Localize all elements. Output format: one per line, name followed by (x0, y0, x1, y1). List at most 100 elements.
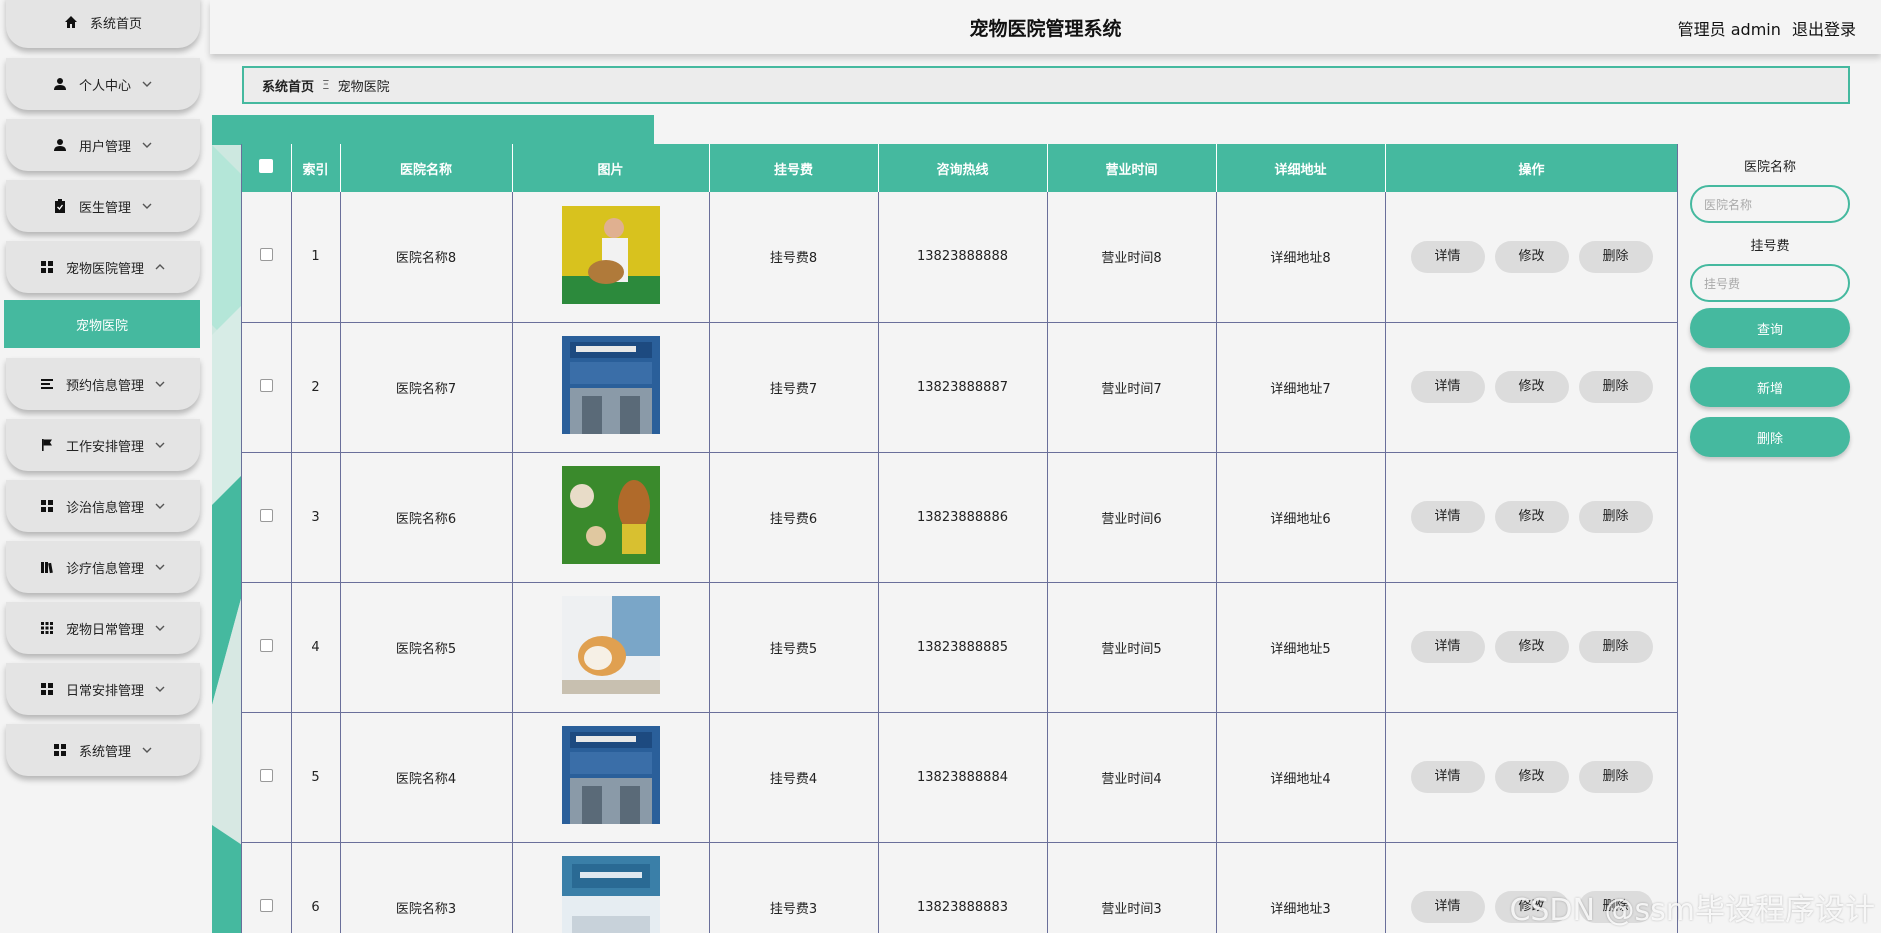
chevron-down-icon (154, 439, 166, 451)
actions-cell: 详情 修改 删除 (1385, 452, 1677, 583)
sidebar-item-work-schedule[interactable]: 工作安排管理 (6, 419, 200, 471)
edit-button[interactable]: 修改 (1494, 761, 1569, 793)
edit-button[interactable]: 修改 (1494, 371, 1569, 403)
hospital-name-cell: 医院名称5 (340, 582, 513, 713)
index-cell: 5 (291, 712, 341, 843)
row-select-cell (242, 192, 292, 323)
sidebar-item-label: 个人中心 (78, 78, 131, 94)
address-cell: 详细地址3 (1216, 842, 1386, 933)
submenu-item-pet-hospital[interactable]: 宠物医院 (4, 300, 200, 348)
sidebar-item-label: 预约信息管理 (65, 378, 144, 394)
sidebar-item-personal-center[interactable]: 个人中心 (6, 58, 200, 110)
sidebar-item-pet-daily[interactable]: 宠物日常管理 (6, 602, 200, 654)
row-select-cell (242, 712, 292, 843)
image-cell (512, 712, 710, 843)
edit-button[interactable]: 修改 (1494, 501, 1569, 533)
add-button[interactable]: 新增 (1690, 367, 1850, 407)
logout-link[interactable]: 退出登录 (1792, 20, 1856, 39)
delete-button[interactable]: 删除 (1578, 761, 1653, 793)
sidebar-item-label: 宠物日常管理 (65, 622, 144, 638)
delete-button[interactable]: 删除 (1578, 501, 1653, 533)
query-button[interactable]: 查询 (1690, 308, 1850, 348)
chevron-down-icon (141, 200, 153, 212)
fee-cell: 挂号费5 (709, 582, 879, 713)
detail-button[interactable]: 详情 (1410, 371, 1485, 403)
sidebar-item-daily-schedule[interactable]: 日常安排管理 (6, 663, 200, 715)
chevron-up-icon (154, 261, 166, 273)
hours-cell: 营业时间5 (1047, 582, 1217, 713)
sidebar-item-pet-hospital[interactable]: 宠物医院管理 (6, 241, 200, 293)
index-cell: 4 (291, 582, 341, 713)
sidebar-item-label: 医生管理 (78, 200, 131, 216)
hours-cell: 营业时间4 (1047, 712, 1217, 843)
sidebar: 系统首页 个人中心 用户管理 医生管理 宠物医院管理 宠物医院 预约信息管理 工… (0, 0, 210, 933)
row-checkbox[interactable] (259, 768, 273, 782)
grid-icon (53, 743, 67, 757)
row-checkbox[interactable] (259, 248, 273, 262)
index-cell: 2 (291, 322, 341, 453)
hours-cell: 营业时间6 (1047, 452, 1217, 583)
fee-cell: 挂号费8 (709, 192, 879, 323)
hospital-name-label: 医院名称 (1743, 160, 1796, 175)
sidebar-item-treatment-info[interactable]: 诊治信息管理 (6, 480, 200, 532)
row-checkbox[interactable] (259, 638, 273, 652)
phone-cell: 13823888888 (878, 192, 1048, 323)
user-label: 管理员 admin (1677, 20, 1781, 39)
row-select-cell (242, 842, 292, 933)
row-checkbox[interactable] (259, 378, 273, 392)
sidebar-item-diagnosis-info[interactable]: 诊疗信息管理 (6, 541, 200, 593)
detail-button[interactable]: 详情 (1410, 891, 1485, 923)
detail-button[interactable]: 详情 (1410, 501, 1485, 533)
sidebar-item-system[interactable]: 系统管理 (6, 724, 200, 776)
sidebar-item-users[interactable]: 用户管理 (6, 119, 200, 171)
chevron-down-icon (141, 744, 153, 756)
row-select-cell (242, 452, 292, 583)
address-cell: 详细地址5 (1216, 582, 1386, 713)
delete-button[interactable]: 删除 (1578, 371, 1653, 403)
sidebar-item-label: 宠物医院管理 (65, 261, 144, 277)
sidebar-item-label: 用户管理 (78, 139, 131, 155)
fee-input[interactable]: 挂号费 (1690, 264, 1850, 302)
home-icon (64, 15, 78, 29)
delete-button[interactable]: 删除 (1578, 240, 1653, 273)
column-header: 详细地址 (1216, 144, 1386, 192)
breadcrumb-home[interactable]: 系统首页 (262, 76, 314, 95)
chevron-down-icon (154, 561, 166, 573)
delete-button[interactable]: 删除 (1578, 631, 1653, 663)
breadcrumb: 系统首页 Ξ 宠物医院 (242, 66, 1850, 104)
hospital-photo-image (561, 726, 660, 824)
book-icon (40, 560, 54, 574)
flag-icon (40, 438, 54, 452)
hospital-name-cell: 医院名称3 (340, 842, 513, 933)
sidebar-item-label: 日常安排管理 (65, 683, 144, 699)
detail-button[interactable]: 详情 (1410, 761, 1485, 793)
detail-button[interactable]: 详情 (1410, 631, 1485, 663)
sidebar-item-appointments[interactable]: 预约信息管理 (6, 358, 200, 410)
hospital-name-cell: 医院名称8 (340, 192, 513, 323)
sidebar-item-label: 诊疗信息管理 (65, 561, 144, 577)
hours-cell: 营业时间8 (1047, 192, 1217, 323)
user-area: 管理员 admin 退出登录 (1672, 16, 1856, 40)
edit-button[interactable]: 修改 (1494, 631, 1569, 663)
hospital-photo-image (561, 336, 660, 434)
grid-icon (40, 682, 54, 696)
select-all-checkbox[interactable] (259, 159, 274, 173)
sidebar-item-home[interactable]: 系统首页 (6, 0, 200, 48)
list-icon (40, 377, 54, 391)
hospital-name-cell: 医院名称4 (340, 712, 513, 843)
row-checkbox[interactable] (259, 898, 273, 912)
phone-cell: 13823888883 (878, 842, 1048, 933)
grid-icon (40, 499, 54, 513)
fee-cell: 挂号费4 (709, 712, 879, 843)
hospital-name-input[interactable]: 医院名称 (1690, 185, 1850, 223)
select-all-header[interactable] (242, 144, 292, 192)
detail-button[interactable]: 详情 (1410, 240, 1485, 273)
edit-button[interactable]: 修改 (1494, 240, 1569, 273)
row-checkbox[interactable] (259, 508, 273, 522)
sidebar-item-doctors[interactable]: 医生管理 (6, 180, 200, 232)
table-header-row: 索引 医院名称 图片 挂号费 咨询热线 营业时间 详细地址 操作 (242, 144, 1677, 192)
batch-delete-button[interactable]: 删除 (1690, 417, 1850, 457)
actions-cell: 详情 修改 删除 (1385, 322, 1677, 453)
breadcrumb-current: 宠物医院 (337, 79, 390, 95)
hospital-photo-image (561, 466, 660, 564)
